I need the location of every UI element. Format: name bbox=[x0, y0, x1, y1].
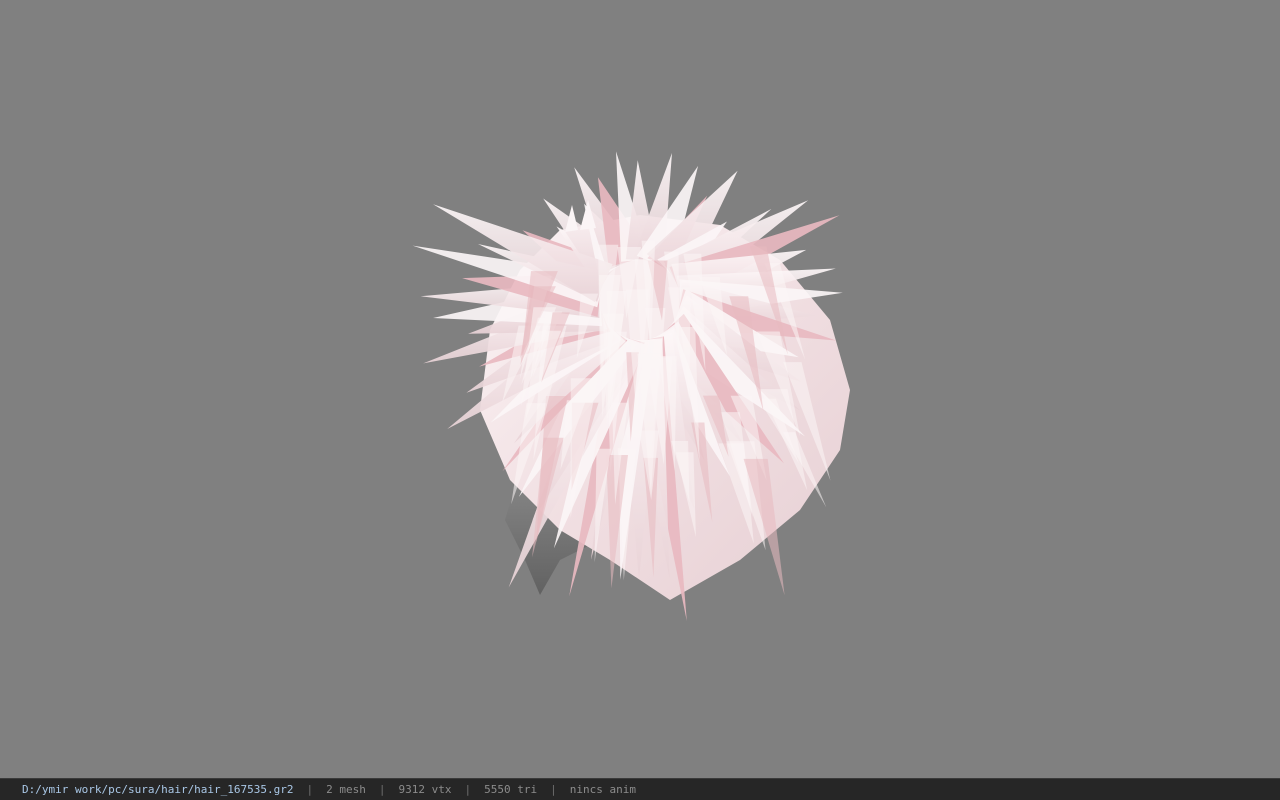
file-path: D:/ymir work/pc/sura/hair/hair_167535.gr… bbox=[22, 783, 294, 796]
separator: | bbox=[306, 783, 314, 796]
animation-status: nincs anim bbox=[569, 783, 636, 796]
separator: | bbox=[464, 783, 472, 796]
mesh-count: 2 mesh bbox=[326, 783, 366, 796]
3d-viewport[interactable] bbox=[0, 0, 1280, 778]
vertex-count: 9312 vtx bbox=[398, 783, 452, 796]
status-bar: D:/ymir work/pc/sura/hair/hair_167535.gr… bbox=[0, 778, 1280, 800]
separator: | bbox=[550, 783, 557, 796]
triangle-count: 5550 tri bbox=[484, 783, 538, 796]
separator: | bbox=[378, 783, 386, 796]
hair-model bbox=[412, 151, 850, 621]
